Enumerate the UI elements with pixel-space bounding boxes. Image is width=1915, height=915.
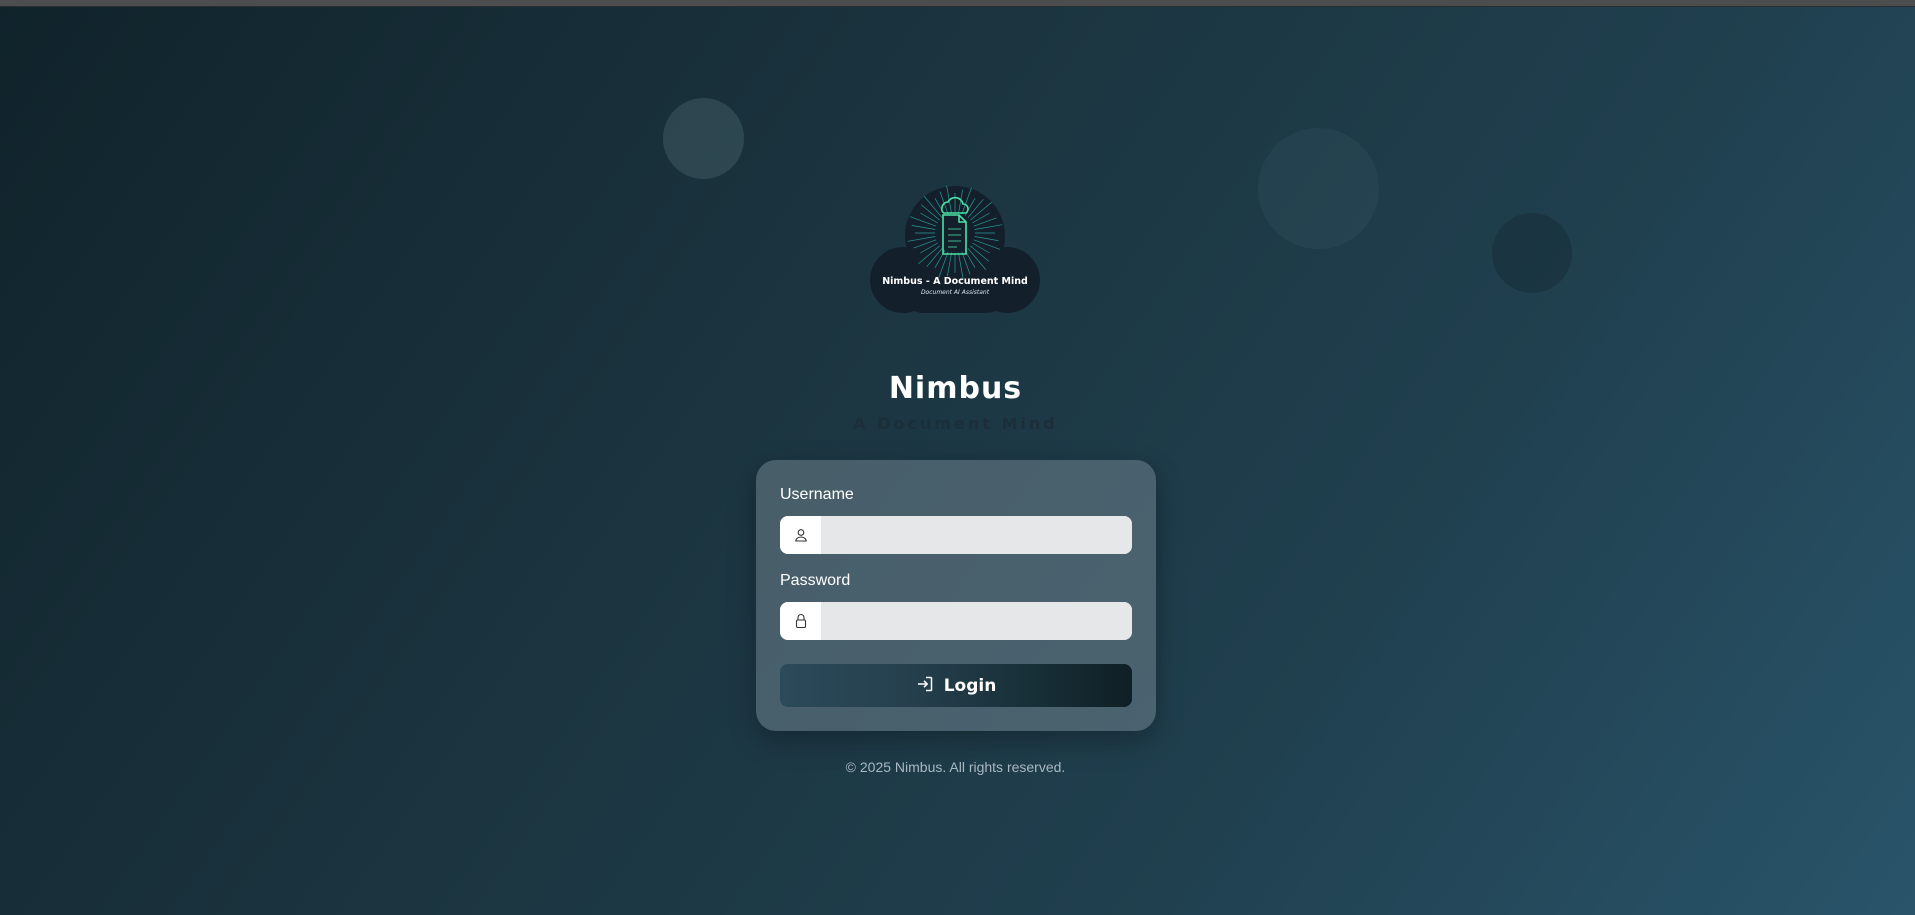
decorative-bubble (663, 98, 744, 179)
password-input-group (780, 602, 1132, 640)
decorative-bubble (1492, 213, 1572, 293)
username-input-group (780, 516, 1132, 554)
logo-subtitle: Document AI Assistant (920, 289, 990, 296)
login-card: Username Password Login (756, 460, 1156, 731)
footer-copyright: © 2025 Nimbus. All rights reserved. (845, 759, 1066, 775)
browser-top-strip (0, 0, 1915, 7)
logo-title: Nimbus - A Document Mind (882, 276, 1028, 287)
page-title: Nimbus (888, 371, 1023, 406)
login-button-label: Login (943, 675, 997, 696)
password-input[interactable] (821, 602, 1132, 640)
username-input[interactable] (821, 516, 1132, 554)
username-label: Username (780, 486, 854, 503)
user-icon (780, 516, 821, 554)
page-subtitle: A Document Mind (853, 414, 1058, 433)
password-label: Password (780, 572, 851, 589)
sign-in-icon (916, 675, 934, 696)
lock-icon (780, 602, 821, 640)
login-button[interactable]: Login (780, 664, 1132, 707)
app-logo: Nimbus - A Document Mind Document AI Ass… (869, 183, 1041, 313)
decorative-bubble (1258, 128, 1379, 249)
